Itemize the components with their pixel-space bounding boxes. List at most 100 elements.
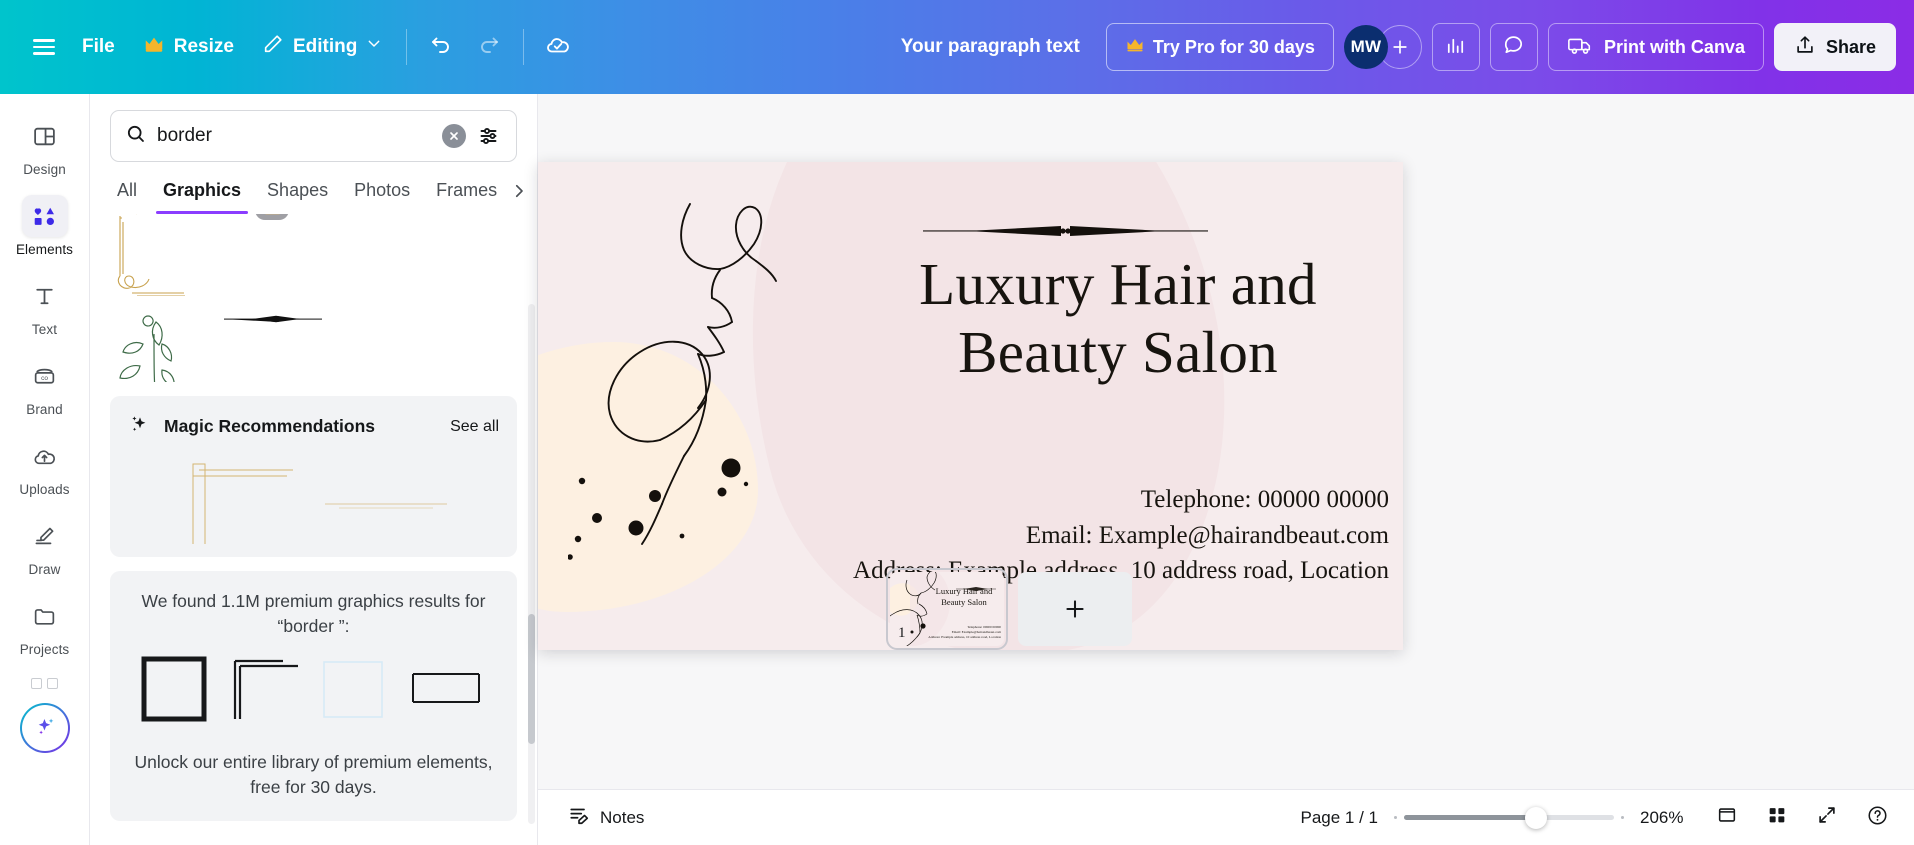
try-pro-button[interactable]: Try Pro for 30 days (1105, 23, 1334, 71)
page-indicator: Page 1 / 1 (1300, 807, 1378, 827)
sidebar-label-brand: Brand (26, 402, 63, 417)
page-thumbnail-title: Luxury Hair and Beauty Salon (928, 586, 1000, 607)
tab-graphics[interactable]: Graphics (150, 170, 254, 214)
save-status-button[interactable] (534, 23, 582, 71)
design-email: Email: Example@hairandbeaut.com (1025, 521, 1389, 549)
promo-sample-row (132, 656, 495, 732)
result-green-leaf-corner[interactable] (110, 308, 210, 382)
share-label: Share (1825, 36, 1876, 57)
magic-item-gold-divider[interactable] (321, 456, 451, 553)
sidebar-item-draw[interactable]: Draw (7, 508, 83, 582)
print-with-canva-button[interactable]: Print with Canva (1547, 23, 1764, 71)
hamburger-icon (33, 39, 55, 55)
fit-page-button[interactable] (1710, 801, 1744, 835)
search-box[interactable] (110, 110, 517, 162)
sidebar-item-text[interactable]: Text (7, 268, 83, 342)
panel-scrollbar-thumb[interactable] (528, 614, 535, 744)
design-title-line2: Beauty Salon (958, 319, 1278, 386)
clear-x-icon[interactable] (442, 124, 466, 148)
avatar[interactable]: MW (1343, 25, 1388, 69)
fullscreen-button[interactable] (1810, 801, 1844, 835)
result-gold-glitter-line[interactable] (334, 214, 434, 296)
promo-lightblue-square-border[interactable] (321, 656, 397, 732)
magic-studio-button[interactable] (20, 703, 70, 753)
design-layout-icon (22, 115, 68, 157)
panel-scrollbar[interactable] (528, 304, 535, 824)
toolbar-right-group: MW Print with Canva Share (1343, 23, 1914, 71)
more-apps-icon[interactable] (31, 678, 58, 689)
thumb-title-line2: Beauty Salon (941, 596, 987, 607)
undo-icon (429, 33, 453, 62)
magic-recommendations-header: Magic Recommendations See all (110, 396, 517, 451)
sidebar-label-draw: Draw (28, 562, 61, 577)
result-black-divider-line[interactable] (222, 308, 322, 382)
bottom-toolbar: Notes Page 1 / 1 206% (538, 789, 1914, 845)
top-toolbar: File Resize Editing Your paragraph text … (0, 0, 1914, 94)
editing-label: Editing (292, 36, 358, 57)
editing-mode-button[interactable]: Editing (248, 23, 396, 71)
filter-sliders-icon[interactable] (476, 122, 504, 150)
magic-item-gold-corner-frame[interactable] (177, 456, 307, 553)
collaborators: MW (1343, 25, 1422, 69)
zoom-slider[interactable] (1394, 806, 1624, 829)
cloud-upload-icon (22, 435, 68, 477)
zoom-max-dot (1621, 816, 1624, 819)
sidebar-item-projects[interactable]: Projects (7, 588, 83, 662)
bar-chart-icon (1444, 33, 1467, 61)
resize-label: Resize (173, 36, 234, 57)
result-pro-graphic[interactable] (222, 214, 322, 296)
page-thumbnail-1[interactable]: Luxury Hair and Beauty Salon Telephone: … (886, 568, 1008, 650)
grid-view-button[interactable] (1760, 801, 1794, 835)
sidebar-item-brand[interactable]: co Brand (7, 348, 83, 422)
search-input[interactable] (157, 125, 432, 147)
pro-crown-badge (255, 214, 289, 220)
speech-bubble-icon (1502, 33, 1525, 61)
panel-tabs: All Graphics Shapes Photos Frames (90, 162, 537, 214)
svg-text:co: co (41, 375, 48, 382)
page-thumbnail-contact: Telephone: 00000 00000 Email: Example@ha… (913, 625, 1001, 640)
undo-button[interactable] (417, 23, 465, 71)
zoom-level-label: 206% (1640, 807, 1684, 827)
grid-view-icon (1766, 804, 1788, 831)
share-button[interactable]: Share (1773, 23, 1896, 71)
see-all-link[interactable]: See all (450, 418, 499, 436)
zoom-fill (1404, 815, 1537, 820)
draw-pen-icon (22, 515, 68, 557)
sidebar-item-uploads[interactable]: Uploads (7, 428, 83, 502)
sidebar-item-design[interactable]: Design (7, 108, 83, 182)
search-results-grid (90, 214, 537, 382)
resize-button[interactable]: Resize (129, 23, 248, 71)
tab-all[interactable]: All (104, 170, 150, 214)
help-button[interactable] (1860, 801, 1894, 835)
notes-button[interactable]: Notes (556, 796, 656, 839)
folder-icon (22, 595, 68, 637)
toolbar-divider-2 (523, 29, 525, 65)
redo-button[interactable] (465, 23, 513, 71)
promo-open-rect-border[interactable] (411, 656, 487, 732)
pencil-icon (262, 33, 284, 61)
zoom-knob[interactable] (1525, 806, 1548, 829)
tab-photos[interactable]: Photos (341, 170, 423, 214)
tab-shapes[interactable]: Shapes (254, 170, 341, 214)
help-question-icon (1866, 804, 1889, 832)
result-gold-ornate-corner[interactable] (110, 214, 210, 296)
bottom-right-controls: Page 1 / 1 206% (1300, 801, 1914, 835)
sidebar-item-elements[interactable]: Elements (7, 188, 83, 262)
file-menu-button[interactable]: File (68, 23, 129, 71)
hamburger-menu-button[interactable] (20, 23, 68, 71)
document-title[interactable]: Your paragraph text (889, 28, 1092, 66)
promo-thick-square-border[interactable] (141, 656, 217, 732)
cloud-check-icon (545, 32, 571, 63)
delivery-truck-icon (1567, 33, 1593, 62)
magic-sparkle-icon (128, 412, 152, 441)
toolbar-left-group: File Resize Editing (0, 23, 582, 71)
toolbar-center-group: Your paragraph text Try Pro for 30 days (582, 23, 1344, 71)
comments-button[interactable] (1489, 23, 1538, 71)
tab-frames[interactable]: Frames (423, 170, 510, 214)
insights-button[interactable] (1431, 23, 1480, 71)
chevron-right-icon[interactable] (510, 178, 528, 204)
promo-corner-bracket-border[interactable] (231, 656, 307, 732)
zoom-track[interactable] (1404, 806, 1614, 829)
add-page-button[interactable] (1018, 572, 1132, 646)
notes-pencil-icon (568, 804, 590, 831)
